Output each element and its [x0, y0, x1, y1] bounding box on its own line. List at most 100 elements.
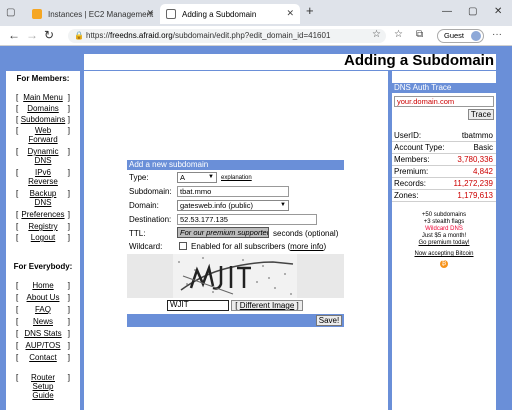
minimize-icon[interactable]: — — [442, 6, 452, 17]
captcha-input[interactable]: WJIT — [167, 300, 229, 311]
sidebar-item-faq: [FAQ] — [16, 305, 70, 314]
close-tab-icon[interactable]: ✕ — [286, 8, 294, 19]
different-image-button[interactable]: [ Different Image ] — [231, 300, 303, 311]
sidebar-link-dns-stats[interactable]: DNS Stats — [24, 329, 61, 338]
promo-line: +3 stealth flags — [423, 219, 465, 225]
go-premium-link[interactable]: Go premium today! — [392, 240, 496, 247]
avatar-icon — [471, 31, 481, 41]
url-scheme: https:// — [86, 31, 111, 40]
tab-title: Instances | EC2 Management Co — [48, 9, 154, 19]
wildcard-close: ) — [323, 242, 327, 251]
domain-select[interactable]: gatesweb.info (public) ▼ — [177, 200, 289, 211]
favorites-icon[interactable]: ☆ — [394, 29, 403, 40]
wildcard-text: Enabled for all subscribers ( — [191, 242, 291, 251]
tab-ec2-instances[interactable]: Instances | EC2 Management Co ✕ — [26, 4, 160, 24]
url-domain: freedns.afraid.org — [110, 31, 173, 40]
sidebar-link-backup-dns[interactable]: Backup DNS — [26, 189, 60, 207]
stat-key: Records: — [394, 179, 427, 188]
stat-value: 3,780,336 — [457, 155, 493, 164]
stat-row-zones: Zones: 1,179,613 — [392, 190, 496, 202]
ttl-suffix: seconds (optional) — [273, 229, 339, 238]
close-tab-icon[interactable]: ✕ — [146, 8, 154, 19]
stat-row-members: Members: 3,780,336 — [392, 154, 496, 166]
wildcard-checkbox[interactable] — [179, 242, 187, 250]
stat-value: tbatmmo — [461, 131, 493, 140]
sidebar-link-main-menu[interactable]: Main Menu — [23, 93, 63, 102]
sidebar-link-web-forward[interactable]: Web Forward — [26, 126, 60, 144]
more-menu-icon[interactable]: ··· — [492, 29, 502, 40]
profile-button[interactable]: Guest — [437, 29, 484, 43]
stat-key: UserID: — [394, 131, 422, 140]
maximize-icon[interactable]: ▢ — [468, 6, 477, 17]
dns-trace-box: DNS Auth Trace your.domain.com Trace — [392, 83, 496, 121]
favorite-star-icon[interactable]: ☆ — [372, 29, 381, 40]
trace-button[interactable]: Trace — [468, 109, 494, 120]
stat-key: Zones: — [394, 191, 419, 200]
sidebar-item-main-menu: [Main Menu] — [16, 93, 70, 102]
tab-actions-icon[interactable]: ▢ — [6, 7, 15, 18]
stat-row-userid: UserID: tbatmmo — [392, 130, 496, 142]
browser-tab-bar: ▢ Instances | EC2 Management Co ✕ Adding… — [0, 0, 512, 26]
sidebar-item-aup-tos: [AUP/TOS] — [16, 341, 70, 350]
sidebar-item-home: [Home] — [16, 281, 70, 290]
domain-label: Domain: — [129, 201, 159, 210]
destination-label: Destination: — [129, 215, 172, 224]
bitcoin-link[interactable]: Now accepting Bitcoin — [392, 251, 496, 258]
sidebar-link-dynamic-dns[interactable]: Dynamic DNS — [26, 147, 60, 165]
page-favicon-icon — [166, 9, 176, 19]
different-image-label: Different Image — [239, 301, 295, 310]
stat-row-premium: Premium: 4,842 — [392, 166, 496, 178]
sidebar-link-contact[interactable]: Contact — [29, 353, 57, 362]
type-select[interactable]: A ▼ — [177, 172, 217, 183]
sidebar-link-logout[interactable]: Logout — [31, 233, 55, 242]
type-label: Type: — [129, 173, 149, 182]
subdomain-input[interactable]: tbat.mmo — [177, 186, 289, 197]
right-sidebar: DNS Auth Trace your.domain.com Trace Use… — [392, 71, 496, 410]
destination-input[interactable]: 52.53.177.135 — [177, 214, 317, 225]
address-bar-row: ← → ↻ 🔒 https://freedns.afraid.org/subdo… — [0, 26, 512, 46]
sidebar-link-ipv6-reverse[interactable]: IPv6 Reverse — [26, 168, 60, 186]
sidebar-link-about-us[interactable]: About Us — [27, 293, 60, 302]
sidebar-link-home[interactable]: Home — [32, 281, 53, 290]
ttl-label: TTL: — [129, 229, 146, 238]
collections-icon[interactable]: ⧉ — [416, 29, 423, 40]
add-subdomain-form: Add a new subdomain Type: A ▼ explanatio… — [127, 160, 344, 327]
sidebar-link-preferences[interactable]: Preferences — [21, 210, 64, 219]
promo-line: Wildcard DNS — [425, 226, 463, 232]
sidebar-link-news[interactable]: News — [33, 317, 53, 326]
tab-adding-subdomain[interactable]: Adding a Subdomain ✕ — [160, 4, 300, 24]
premium-promo: +50 subdomains +3 stealth flags Wildcard… — [392, 212, 496, 268]
sidebar-item-backup-dns: [Backup DNS] — [16, 189, 70, 207]
sidebar-item-web-forward: [Web Forward] — [16, 126, 70, 144]
page-header: Adding a Subdomain — [84, 52, 496, 70]
new-tab-icon[interactable]: + — [306, 3, 314, 18]
sidebar-link-aup-tos[interactable]: AUP/TOS — [26, 341, 61, 350]
close-window-icon[interactable]: ✕ — [494, 6, 502, 17]
members-heading: For Members: — [16, 74, 70, 83]
dns-trace-input[interactable]: your.domain.com — [394, 96, 494, 107]
url-field[interactable]: 🔒 https://freedns.afraid.org/subdomain/e… — [68, 29, 386, 43]
stat-key: Account Type: — [394, 143, 445, 152]
stat-value: 11,272,239 — [453, 179, 493, 188]
sidebar-link-faq[interactable]: FAQ — [35, 305, 51, 314]
refresh-icon[interactable]: ↻ — [44, 28, 54, 42]
promo-line: Just $5 a month! — [421, 233, 467, 239]
captcha-image — [173, 254, 297, 298]
ttl-input[interactable]: For our premium supporters — [177, 227, 269, 238]
sidebar-link-registry[interactable]: Registry — [28, 222, 57, 231]
promo-line: +50 subdomains — [421, 212, 467, 218]
type-explanation-link[interactable]: explanation — [221, 175, 252, 181]
forward-icon[interactable]: → — [26, 28, 38, 42]
sidebar-link-domains[interactable]: Domains — [27, 104, 59, 113]
stat-key: Premium: — [394, 167, 429, 176]
sidebar-link-subdomains[interactable]: Subdomains — [21, 115, 65, 124]
wildcard-more-info-link[interactable]: more info — [290, 242, 323, 251]
stat-value: Basic — [473, 143, 493, 152]
save-button[interactable]: Save! — [316, 315, 342, 326]
everybody-heading: For Everybody: — [13, 262, 73, 271]
subdomain-label: Subdomain: — [129, 187, 172, 196]
sidebar-item-about-us: [About Us] — [16, 293, 70, 302]
back-icon[interactable]: ← — [8, 28, 20, 42]
stat-row-records: Records: 11,272,239 — [392, 178, 496, 190]
sidebar-link-router-setup-guide[interactable]: Router Setup Guide — [28, 373, 58, 400]
